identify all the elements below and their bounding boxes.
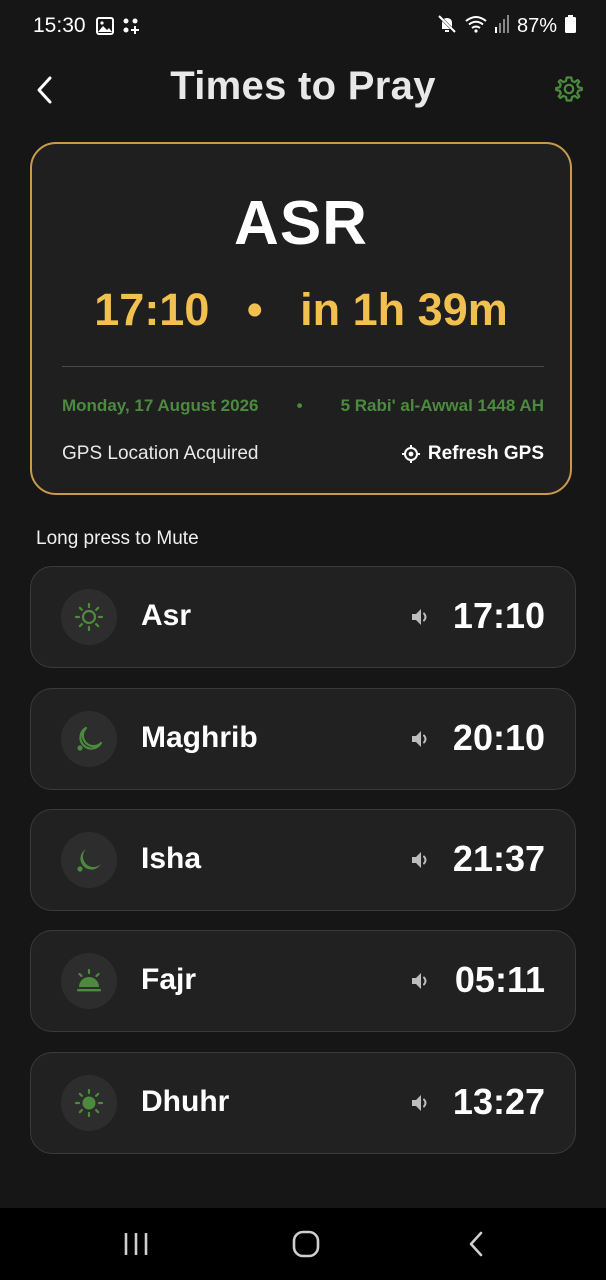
next-prayer-countdown: in 1h 39m xyxy=(300,284,508,335)
recent-apps-icon xyxy=(124,1233,148,1255)
date-row: Monday, 17 August 2026 • 5 Rabi' al-Awwa… xyxy=(62,396,544,416)
prayer-icon-container xyxy=(61,589,117,645)
prayer-time: 05:11 xyxy=(454,959,545,1000)
sunrise-icon xyxy=(77,968,101,992)
settings-button[interactable] xyxy=(552,72,586,106)
prayer-row-fajr[interactable]: Fajr 05:11 xyxy=(30,930,576,1032)
speaker-icon[interactable] xyxy=(409,969,433,993)
prayer-time: 20:10 xyxy=(452,717,545,758)
date-separator: • xyxy=(296,396,303,415)
apps-icon xyxy=(122,17,140,40)
prayer-times-screen: 15:30 87% Times to Pray ASR 17:10 • in 1… xyxy=(0,0,606,1280)
prayer-row-dhuhr[interactable]: Dhuhr 13:27 xyxy=(30,1052,576,1154)
sun-outline-icon xyxy=(74,602,104,632)
speaker-icon[interactable] xyxy=(409,1091,433,1115)
battery-icon xyxy=(565,15,576,38)
refresh-gps-label: Refresh GPS xyxy=(427,443,544,464)
prayer-row-isha[interactable]: Isha 21:37 xyxy=(30,809,576,911)
next-prayer-time-row: 17:10 • in 1h 39m xyxy=(32,284,570,336)
prayer-icon-container xyxy=(61,1075,117,1131)
prayer-name: Maghrib xyxy=(141,721,258,754)
home-icon xyxy=(292,1230,320,1258)
prayer-name: Fajr xyxy=(141,963,197,996)
mute-hint: Long press to Mute xyxy=(36,528,199,549)
gps-status: GPS Location Acquired xyxy=(62,443,259,464)
next-prayer-time: 17:10 xyxy=(94,284,210,335)
next-prayer-card: ASR 17:10 • in 1h 39m Monday, 17 August … xyxy=(30,142,572,495)
page-title: Times to Pray xyxy=(170,64,436,108)
prayer-icon-container xyxy=(61,832,117,888)
crescent-moon-icon xyxy=(77,726,103,751)
card-divider xyxy=(62,366,544,367)
prayer-time: 17:10 xyxy=(452,595,545,636)
speaker-icon[interactable] xyxy=(409,848,433,872)
moon-icon xyxy=(77,849,101,872)
back-arrow-icon xyxy=(469,1231,483,1257)
gps-row: GPS Location Acquired Refresh GPS xyxy=(62,443,544,465)
speaker-icon[interactable] xyxy=(409,605,433,629)
recent-apps-button[interactable] xyxy=(106,1224,166,1264)
prayer-icon-container xyxy=(61,953,117,1009)
prayer-time: 21:37 xyxy=(452,838,545,879)
system-nav-bar xyxy=(0,1208,606,1280)
system-back-button[interactable] xyxy=(446,1224,506,1264)
mute-icon xyxy=(437,14,457,39)
hijri-date: 5 Rabi' al-Awwal 1448 AH xyxy=(340,396,544,415)
sun-icon xyxy=(74,1088,104,1118)
wifi-icon xyxy=(465,15,487,38)
gallery-icon xyxy=(96,17,114,40)
speaker-icon[interactable] xyxy=(409,727,433,751)
status-bar: 15:30 87% xyxy=(0,0,606,56)
battery-percent: 87% xyxy=(516,15,557,37)
next-prayer-name: ASR xyxy=(234,189,368,258)
home-button[interactable] xyxy=(276,1224,336,1264)
prayer-icon-container xyxy=(61,711,117,767)
signal-icon xyxy=(494,15,509,38)
prayer-name: Asr xyxy=(141,599,192,632)
status-right-icons: 87% xyxy=(437,14,576,39)
prayer-name: Isha xyxy=(141,842,202,875)
status-time: 15:30 xyxy=(33,14,86,37)
time-separator: • xyxy=(246,284,263,335)
status-left-icons xyxy=(96,17,140,40)
prayer-time: 13:27 xyxy=(452,1081,545,1122)
refresh-gps-button[interactable]: Refresh GPS xyxy=(401,443,544,465)
prayer-row-maghrib[interactable]: Maghrib 20:10 xyxy=(30,688,576,790)
gregorian-date: Monday, 17 August 2026 xyxy=(62,396,259,415)
gear-icon xyxy=(555,76,583,102)
prayer-name: Dhuhr xyxy=(141,1085,230,1118)
location-target-icon xyxy=(401,445,420,463)
prayer-row-asr[interactable]: Asr 17:10 xyxy=(30,566,576,668)
